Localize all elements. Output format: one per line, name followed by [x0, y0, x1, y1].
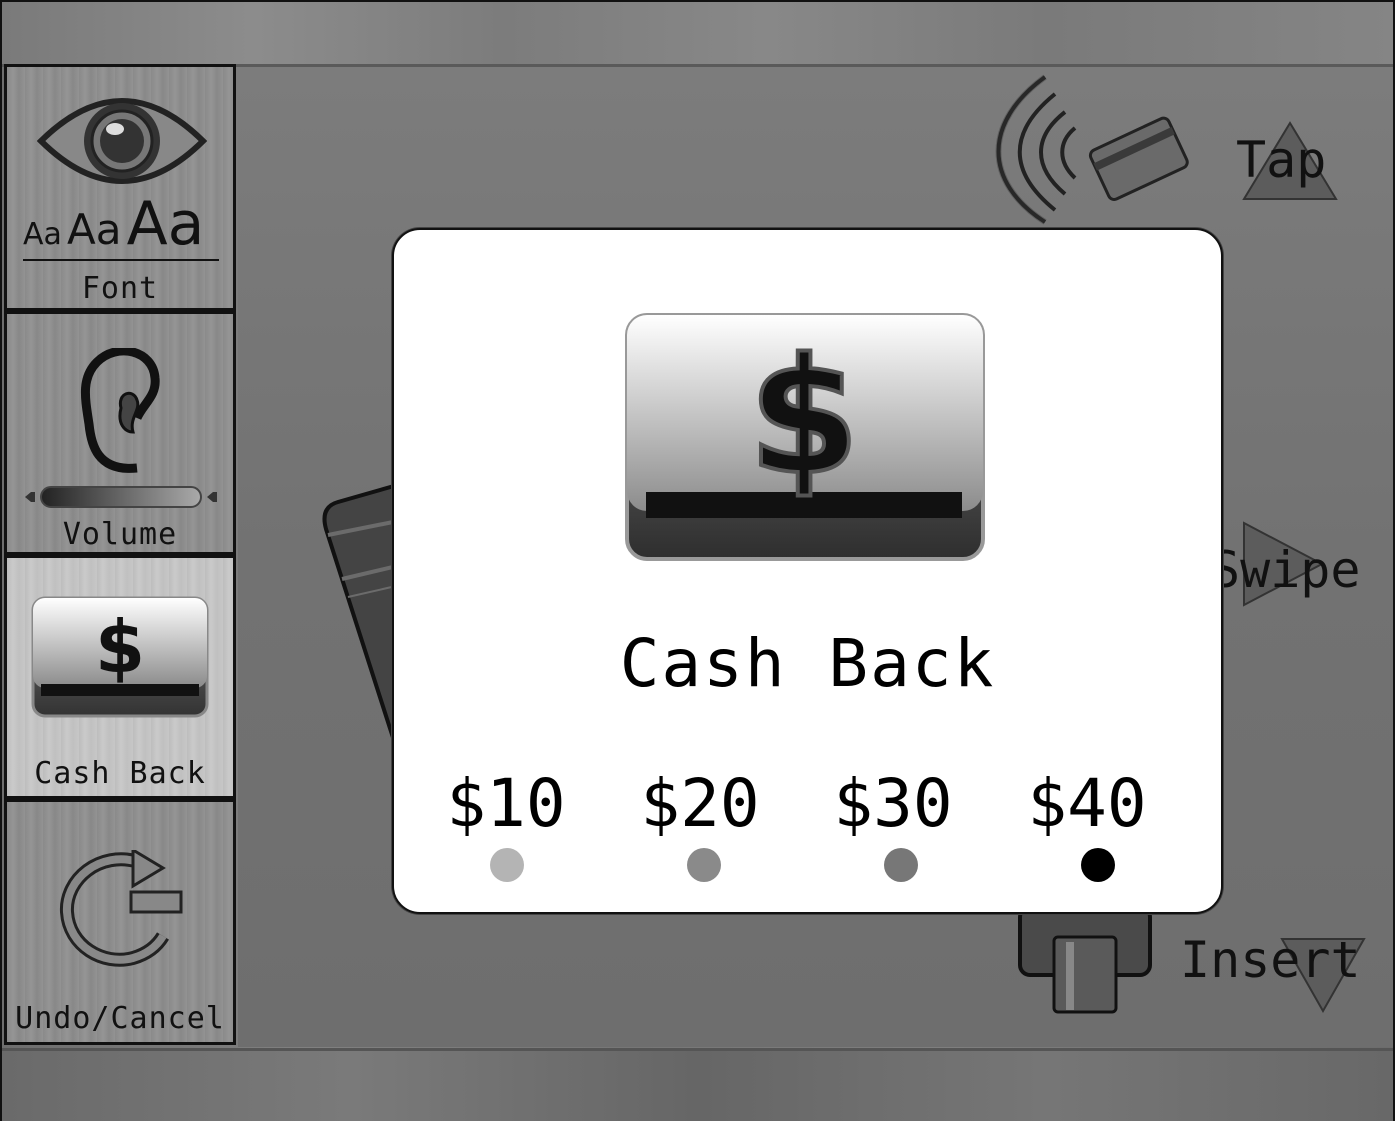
volume-label: Volume: [62, 517, 178, 552]
amount-option-10[interactable]: $10: [416, 765, 596, 842]
cash-back-icon: $: [31, 596, 209, 718]
modal-title: Cash Back: [619, 625, 996, 702]
cash-back-label: Cash Back: [34, 756, 206, 791]
kiosk-screen: Tap Swipe Insert Aa Aa Aa Font Volume $ …: [2, 2, 1393, 1121]
undo-cancel-label: Undo/Cancel: [15, 1001, 225, 1036]
font-sample-medium: Aa: [67, 205, 122, 254]
top-bar: [2, 2, 1393, 67]
font-button[interactable]: Aa Aa Aa Font: [4, 64, 236, 311]
insert-label: Insert: [1180, 931, 1361, 989]
undo-cancel-button[interactable]: Undo/Cancel: [4, 799, 236, 1045]
contactless-tap-icon: [995, 74, 1189, 225]
svg-text:$: $: [95, 605, 145, 689]
amount-option-20[interactable]: $20: [610, 765, 790, 842]
ear-icon: [80, 348, 160, 473]
font-sample-small: Aa: [23, 217, 62, 252]
font-sample-large: Aa: [126, 189, 205, 259]
bottom-bar: [2, 1048, 1393, 1121]
amount-dot-20[interactable]: [687, 848, 721, 882]
amount-dot-40[interactable]: [1081, 848, 1115, 882]
font-label: Font: [81, 271, 159, 306]
amount-option-40[interactable]: $40: [997, 765, 1177, 842]
accessibility-sidebar: Aa Aa Aa Font Volume $ Cash Back Undo/Ca…: [4, 64, 236, 1050]
insert-card-icon: [1018, 907, 1152, 1014]
volume-slider-icon: [25, 486, 217, 508]
undo-icon: [59, 850, 183, 967]
cash-back-button[interactable]: $ Cash Back: [4, 555, 236, 799]
volume-button[interactable]: Volume: [4, 311, 236, 555]
font-size-sample: Aa Aa Aa: [23, 189, 219, 261]
svg-text:$: $: [748, 323, 859, 510]
eye-icon: [37, 98, 207, 184]
amount-option-30[interactable]: $30: [803, 765, 983, 842]
cash-back-icon: $: [625, 313, 985, 561]
cash-back-dialog: $ Cash Back $10 $20 $30 $40: [392, 228, 1223, 914]
tap-label: Tap: [1236, 131, 1327, 189]
amount-dot-10[interactable]: [490, 848, 524, 882]
swipe-label: Swipe: [1210, 541, 1361, 599]
amount-dot-30[interactable]: [884, 848, 918, 882]
